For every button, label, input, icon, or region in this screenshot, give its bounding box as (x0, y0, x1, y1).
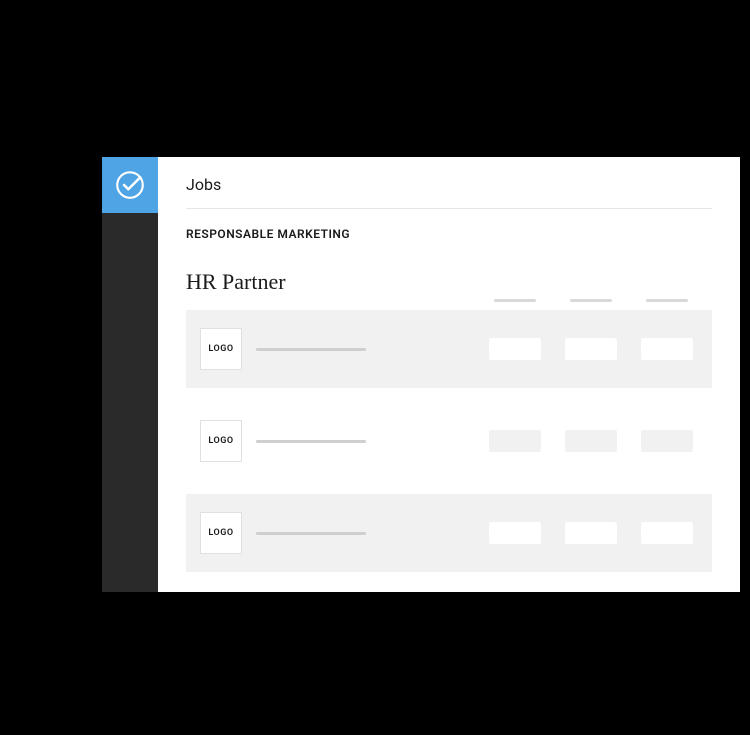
company-logo: LOGO (200, 420, 242, 462)
list-item[interactable]: LOGO (186, 310, 712, 388)
list-item[interactable]: LOGO (186, 402, 712, 480)
item-cell (560, 522, 622, 544)
item-cell (636, 338, 698, 360)
company-logo: LOGO (200, 328, 242, 370)
column-header[interactable] (484, 299, 546, 302)
section-title: HR Partner (186, 269, 712, 295)
item-cell (484, 522, 546, 544)
item-cell (484, 338, 546, 360)
list-item[interactable]: LOGO (186, 494, 712, 572)
item-cell (636, 522, 698, 544)
item-cell (636, 430, 698, 452)
item-name (256, 348, 470, 351)
company-logo: LOGO (200, 512, 242, 554)
column-header[interactable] (560, 299, 622, 302)
checkmark-circle-icon (113, 168, 147, 202)
app-window: Jobs RESPONSABLE MARKETING HR Partner LO… (102, 157, 740, 592)
list-header (186, 299, 712, 310)
app-logo[interactable] (102, 157, 158, 213)
breadcrumb[interactable]: RESPONSABLE MARKETING (186, 227, 712, 241)
item-name (256, 440, 470, 443)
page-title: Jobs (186, 175, 712, 209)
column-header[interactable] (636, 299, 698, 302)
item-cell (484, 430, 546, 452)
item-name (256, 532, 470, 535)
item-cell (560, 338, 622, 360)
sidebar (102, 157, 158, 592)
main-content: Jobs RESPONSABLE MARKETING HR Partner LO… (158, 157, 740, 592)
item-cell (560, 430, 622, 452)
